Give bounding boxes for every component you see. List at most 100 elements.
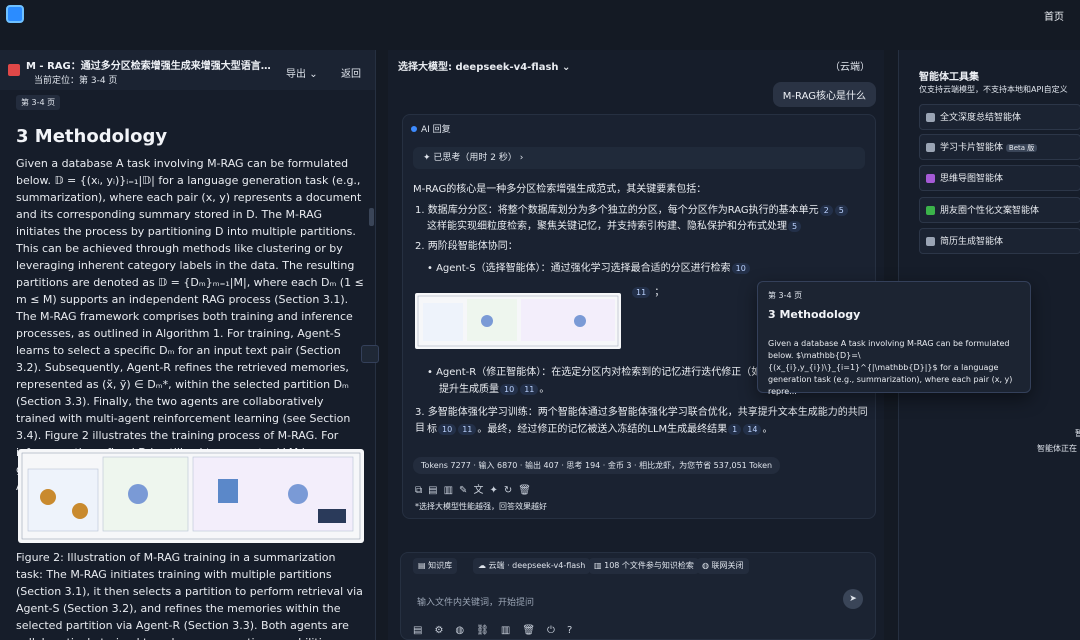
citation-tooltip: 第 3-4 页 3 Methodology Given a database A…: [757, 281, 1031, 396]
tool-full-summary[interactable]: 全文深度总结智能体: [919, 104, 1080, 130]
pdf-reader-panel: M - RAG：通过多分区检索增强生成来增强大型语言模型… 当前定位：第 3-4…: [0, 50, 376, 640]
delete-icon[interactable]: 🗑: [518, 485, 537, 496]
top-bar: 首页: [0, 0, 1080, 30]
copy-icon[interactable]: ⧉: [415, 485, 428, 496]
tool-resume[interactable]: 简历生成智能体: [919, 228, 1080, 254]
tooltip-page: 第 3-4 页: [768, 291, 803, 300]
answer-item-2r-cont: 提升生成质量 10 11。: [439, 384, 550, 395]
web-toggle-chip[interactable]: ◍ 联网关闭: [697, 558, 749, 574]
chevron-down-icon: ⌄: [562, 62, 571, 73]
tooltip-body: Given a database A task involving M-RAG …: [768, 339, 1013, 396]
cards-icon: [926, 143, 935, 152]
knowledge-base-chip[interactable]: ▤ 知识库: [413, 558, 458, 574]
file-icon[interactable]: ▥: [444, 485, 459, 496]
current-position: 当前定位：第 3-4 页: [34, 76, 118, 86]
citation[interactable]: 10: [438, 424, 457, 435]
citation[interactable]: 11: [458, 424, 477, 435]
beta-badge: Beta 版: [1005, 144, 1038, 152]
power-icon[interactable]: ⏻: [547, 625, 567, 636]
translate-icon[interactable]: 文: [473, 485, 489, 496]
model-chip[interactable]: ☁ 云端 · deepseek-v4-flash: [473, 558, 591, 574]
app-logo-icon: [6, 5, 24, 23]
document-icon: [926, 113, 935, 122]
file-icon: ▥: [594, 561, 605, 570]
send-icon: ➤: [849, 594, 857, 604]
retrieved-figure-thumbnail[interactable]: [415, 293, 621, 349]
tooltip-heading: 3 Methodology: [768, 308, 861, 321]
chevron-right-icon: ›: [519, 153, 524, 163]
tool-study-cards[interactable]: 学习卡片智能体 Beta 版: [919, 134, 1080, 160]
status-note: 暂: [1075, 429, 1080, 438]
document-icon[interactable]: ▤: [428, 485, 443, 496]
user-message: M-RAG核心是什么: [772, 82, 876, 107]
chat-input-area: ▤ 知识库 ☁ 云端 · deepseek-v4-flash ▥ 108 个文件…: [400, 552, 876, 640]
document-title: M - RAG：通过多分区检索增强生成来增强大型语言模型…: [26, 61, 276, 72]
thinking-toggle[interactable]: ✦ 已思考（用时 2 秒） ›: [413, 147, 865, 169]
answer-item-1-cont: 这样能实现细粒度检索，聚焦关键记忆，并支持索引构建、隐私保护和分布式处理 5: [427, 219, 875, 235]
upload-file-icon[interactable]: ▥: [501, 625, 522, 636]
figure-diagram: [21, 452, 361, 540]
answer-item-2: 2. 两阶段智能体协同：: [415, 241, 518, 252]
chevron-down-icon: ⌄: [309, 69, 318, 80]
ai-reply-tag: AI 回复: [411, 122, 451, 135]
link-icon[interactable]: ⛓: [476, 625, 501, 636]
citation[interactable]: 14: [743, 424, 762, 435]
globe-icon: ◍: [702, 561, 712, 570]
toolkit-subtitle: 仅支持云端模型，不支持本地和API自定义: [919, 85, 1068, 94]
section-heading: 3 Methodology: [16, 126, 168, 147]
citation[interactable]: 11: [632, 287, 651, 298]
answer-item-1: 1. 数据库分分区：将整个数据库划分为多个独立的分区，每个分区作为RAG执行的基…: [415, 203, 875, 219]
answer-action-toolbar: ⧉▤▥✎文✦↻🗑: [415, 481, 537, 496]
export-button[interactable]: 导出 ⌄: [286, 65, 318, 80]
refresh-icon[interactable]: ↻: [504, 485, 518, 496]
home-link[interactable]: 首页: [1044, 8, 1064, 23]
scrollbar-thumb[interactable]: [369, 208, 374, 226]
edit-icon[interactable]: ✎: [459, 485, 473, 496]
send-button[interactable]: ➤: [843, 589, 863, 609]
help-icon[interactable]: ?: [567, 625, 584, 636]
citation[interactable]: 2: [819, 205, 833, 216]
sparkle-icon[interactable]: ✦: [489, 485, 503, 496]
toolkit-title: 智能体工具集: [919, 72, 979, 83]
input-toolbar: ▤⚙◍⛓▥🗑⏻?: [413, 625, 584, 636]
sparkle-icon: ✦: [423, 153, 434, 163]
resume-icon: [926, 237, 935, 246]
mind-map-icon: [926, 174, 935, 183]
answer-intro: M-RAG的核心是一种多分区检索增强生成范式，其关键要素包括：: [413, 184, 707, 195]
pdf-icon: [8, 64, 20, 76]
globe-icon[interactable]: ◍: [455, 625, 476, 636]
citation[interactable]: 10: [500, 384, 519, 395]
section-body: Given a database A task involving M-RAG …: [16, 157, 364, 493]
model-selector[interactable]: 选择大模型: deepseek-v4-flash ⌄: [398, 58, 570, 73]
figure-caption: Figure 2: Illustration of M-RAG training…: [16, 551, 363, 640]
question-input[interactable]: 输入文件内关键词，开始提问: [417, 595, 534, 608]
figure-2-image: [18, 449, 364, 543]
token-stats-badge: Tokens 7277 · 输入 6870 · 输出 407 · 思考 194 …: [413, 457, 781, 474]
settings-icon[interactable]: ⚙: [434, 625, 455, 636]
citation[interactable]: 1: [728, 424, 742, 435]
disclaimer: *选择大模型性能越强，回答效果越好: [415, 502, 547, 511]
citation[interactable]: 5: [788, 221, 802, 232]
thumbnail-diagram: [417, 295, 619, 347]
database-icon: ▤: [418, 561, 429, 570]
answer-item-3-cont: 标 10 11 。最终，经过修正的记忆被送入冻结的LLM生成最终结果 1 14。: [427, 424, 773, 435]
answer-item-2a: • Agent-S（选择智能体）：通过强化学习选择最合适的分区进行检索 10: [427, 261, 875, 277]
cloud-tag: （云端）: [830, 62, 870, 73]
answer-item-2a-cont: 11 ；: [631, 285, 664, 301]
citation[interactable]: 11: [520, 384, 539, 395]
tool-mind-map[interactable]: 思维导图智能体: [919, 165, 1080, 191]
database-icon[interactable]: ▤: [413, 625, 434, 636]
collapse-sidebar-button[interactable]: [361, 345, 379, 363]
reader-header: M - RAG：通过多分区检索增强生成来增强大型语言模型… 当前定位：第 3-4…: [0, 50, 375, 90]
citation[interactable]: 5: [834, 205, 848, 216]
ai-icon: [411, 126, 417, 132]
wechat-icon: [926, 206, 935, 215]
cloud-icon: ☁: [478, 561, 489, 570]
tool-moments-copy[interactable]: 朋友圈个性化文案智能体: [919, 197, 1080, 223]
page-badge: 第 3-4 页: [16, 95, 61, 110]
citation[interactable]: 10: [731, 263, 750, 274]
status-note-2: 智能体正在: [1037, 444, 1077, 453]
files-chip[interactable]: ▥ 108 个文件参与知识检索: [589, 558, 699, 574]
back-button[interactable]: 返回: [341, 65, 361, 80]
delete-icon[interactable]: 🗑: [522, 625, 547, 636]
